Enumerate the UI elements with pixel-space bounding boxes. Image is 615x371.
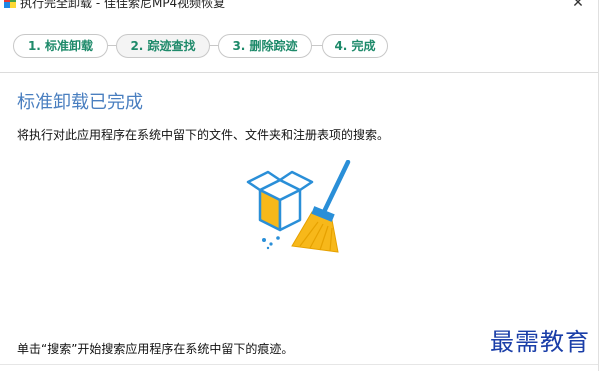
step-connector — [108, 45, 116, 46]
step-finish[interactable]: 4. 完成 — [322, 34, 388, 58]
uninstall-window: 执行完全卸载 - 佳佳索尼MP4视频恢复 ✕ 1. 标准卸载 2. 踪迹查找 3… — [0, 0, 615, 371]
step-delete-traces[interactable]: 3. 删除踪迹 — [218, 34, 312, 58]
box-and-broom-icon — [246, 160, 351, 253]
step-connector — [312, 45, 322, 46]
description-text: 将执行对此应用程序在系统中留下的文件、文件夹和注册表项的搜索。 — [17, 128, 390, 142]
footer-divider — [0, 364, 598, 365]
step-standard-uninstall[interactable]: 1. 标准卸载 — [13, 34, 108, 58]
title-bar: 执行完全卸载 - 佳佳索尼MP4视频恢复 ✕ — [0, 0, 615, 10]
step-navigation: 1. 标准卸载 2. 踪迹查找 3. 删除踪迹 4. 完成 — [0, 10, 615, 74]
app-icon — [4, 0, 16, 8]
watermark-text: 最需教育 — [490, 328, 590, 356]
step-connector — [210, 45, 218, 46]
page-heading: 标准卸载已完成 — [17, 92, 143, 113]
search-hint-text: 单击“搜索”开始搜索应用程序在系统中留下的痕迹。 — [17, 342, 294, 356]
close-button[interactable]: ✕ — [570, 0, 586, 10]
header-divider — [0, 72, 615, 73]
vertical-scrollbar[interactable] — [598, 0, 615, 371]
step-trace-search[interactable]: 2. 踪迹查找 — [116, 34, 210, 58]
